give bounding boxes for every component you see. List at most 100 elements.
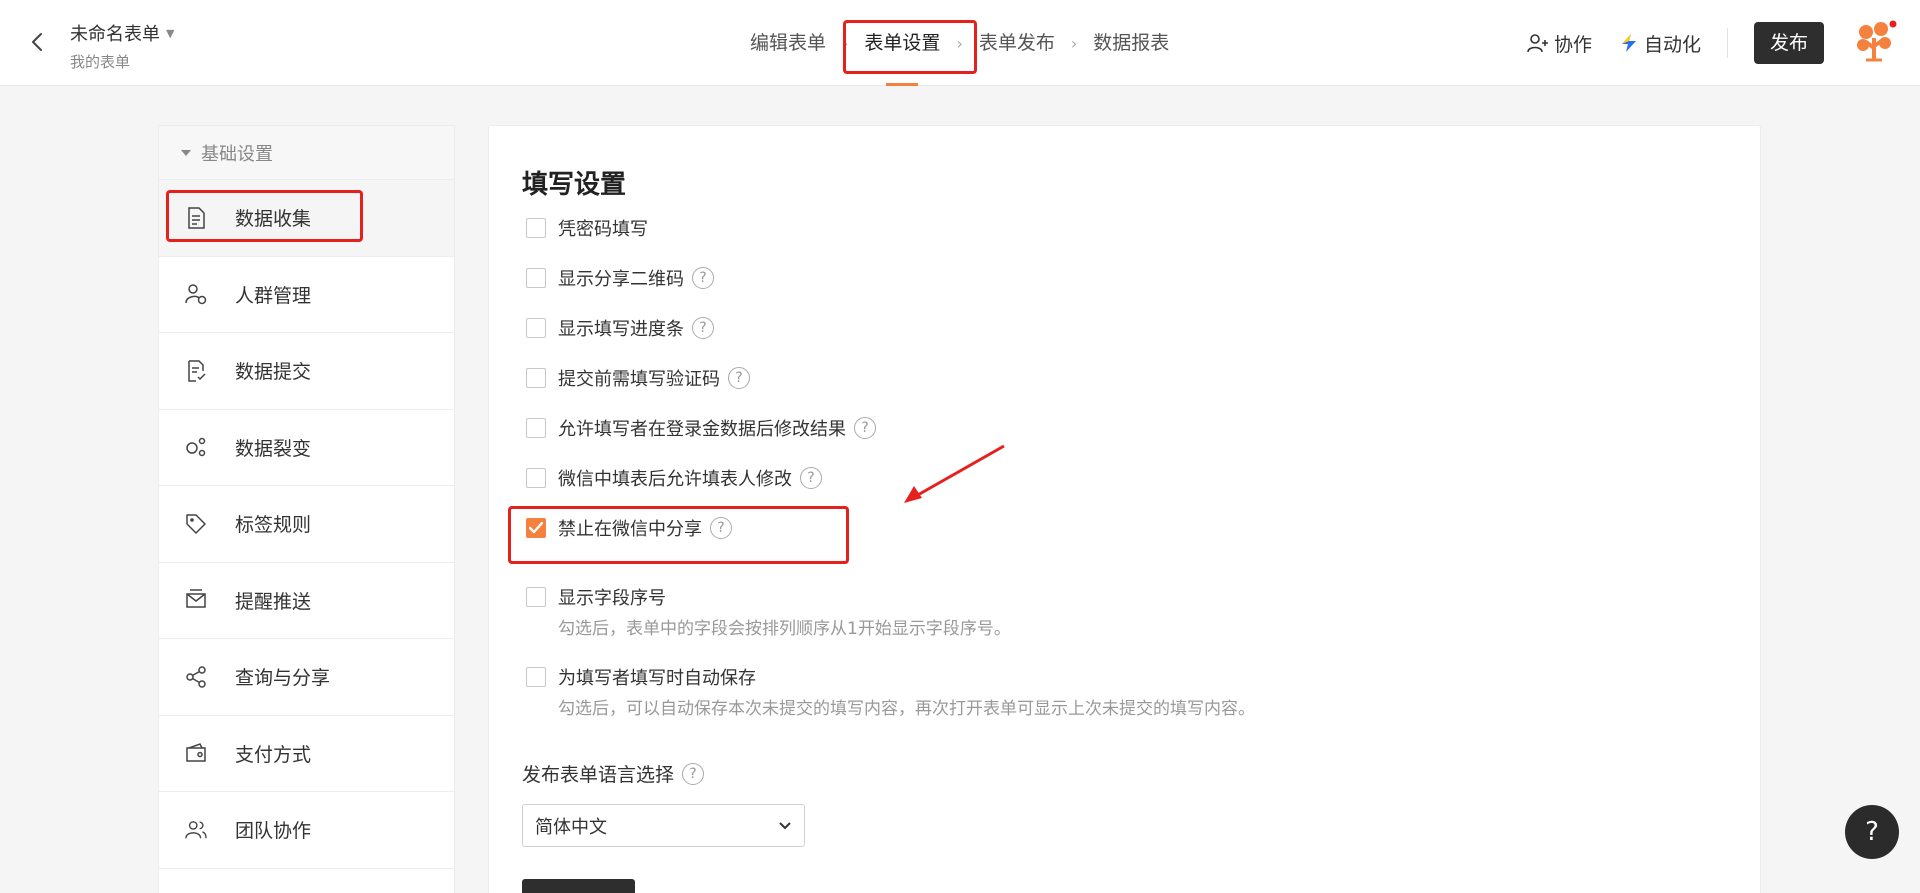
form-subtitle: 我的表单 (70, 53, 131, 71)
step-form-settings[interactable]: 表单设置 (850, 0, 954, 86)
option-label: 凭密码填写 (558, 219, 648, 240)
language-select[interactable]: 简体中文 (522, 804, 805, 847)
help-circle-icon[interactable]: ? (682, 762, 705, 785)
help-circle-icon[interactable]: ? (692, 317, 714, 339)
option-label: 允许填写者在登录金数据后修改结果 (558, 419, 846, 440)
share-icon (185, 666, 207, 688)
option-label: 禁止在微信中分享 (558, 519, 702, 540)
option-checkbox[interactable] (526, 587, 546, 607)
option-row[interactable]: 允许填写者在登录金数据后修改结果? (526, 415, 876, 441)
sidebar-item-data-fission[interactable]: 数据裂变 (159, 410, 454, 486)
help-circle-icon[interactable]: ? (692, 267, 714, 289)
option-row[interactable]: 提交前需填写验证码? (526, 365, 750, 391)
settings-panel: 填写设置 凭密码填写 显示分享二维码? 显示填写进度条? 提交前需填写验证码? 允许填写… (488, 125, 1761, 893)
sidebar-item-label: 数据提交 (235, 361, 312, 384)
notification-icon (185, 589, 207, 611)
publish-button[interactable]: 发布 (1753, 22, 1824, 64)
option-checkbox[interactable] (526, 518, 546, 538)
sidebar-item-payment[interactable]: 支付方式 (159, 716, 454, 792)
tag-icon (185, 513, 207, 535)
sidebar-item-label: 数据裂变 (235, 437, 312, 460)
lightning-icon (1621, 34, 1636, 52)
back-arrow-icon[interactable] (26, 30, 50, 54)
automation-label: 自动化 (1643, 33, 1701, 56)
option-checkbox[interactable] (526, 268, 546, 288)
sidebar-item-label: 查询与分享 (235, 667, 331, 690)
chevron-down-icon (779, 821, 791, 829)
option-checkbox[interactable] (526, 667, 546, 687)
user-settings-icon (185, 283, 207, 305)
sidebar-item-data-submit[interactable]: 数据提交 (159, 333, 454, 410)
sidebar-item-reminders[interactable]: 提醒推送 (159, 563, 454, 639)
sidebar-item-data-collection[interactable]: 数据收集 (159, 180, 454, 257)
help-button[interactable]: ? (1845, 805, 1899, 859)
step-nav: 编辑表单 › 表单设置 › 表单发布 › 数据报表 (736, 0, 1183, 86)
sidebar-item-audience[interactable]: 人群管理 (159, 257, 454, 333)
option-description: 勾选后，表单中的字段会按排列顺序从1开始显示字段序号。 (558, 619, 1011, 639)
sidebar-item-query-share[interactable]: 查询与分享 (159, 639, 454, 716)
fission-icon (185, 436, 207, 458)
sidebar-item-label: 提醒推送 (235, 590, 312, 613)
sidebar-group-label: 基础设置 (201, 143, 273, 165)
submit-document-icon (185, 360, 207, 382)
wallet-icon (185, 742, 207, 764)
option-row[interactable]: 禁止在微信中分享? (526, 515, 732, 541)
checkmark-icon (529, 522, 543, 534)
caret-down-icon[interactable]: ▼ (166, 27, 174, 40)
save-button[interactable] (522, 879, 635, 893)
option-label: 显示字段序号 (558, 588, 666, 609)
add-user-icon (1527, 34, 1548, 53)
option-description: 勾选后，可以自动保存本次未提交的填写内容，再次打开表单可显示上次未提交的填写内容… (558, 699, 1255, 719)
sidebar-item-label: 人群管理 (235, 284, 312, 307)
settings-sidebar: 基础设置 数据收集 人群管理 数据提交 数据裂变 标签规则 提醒推送 查询与分享… (158, 125, 455, 893)
option-checkbox[interactable] (526, 218, 546, 238)
automation-button[interactable]: 自动化 (1618, 30, 1701, 57)
help-circle-icon[interactable]: ? (710, 517, 732, 539)
document-icon (185, 207, 207, 229)
top-header: 未命名表单 ▼ 我的表单 编辑表单 › 表单设置 › 表单发布 › 数据报表 协作… (0, 0, 1920, 86)
help-circle-icon[interactable]: ? (728, 367, 750, 389)
sidebar-item-team[interactable]: 团队协作 (159, 792, 454, 869)
option-label: 为填写者填写时自动保存 (558, 668, 756, 689)
team-icon (185, 819, 207, 841)
step-form-publish[interactable]: 表单发布 (965, 0, 1069, 86)
sidebar-item-label: 数据收集 (235, 208, 312, 231)
language-label: 发布表单语言选择? (522, 760, 705, 787)
help-circle-icon[interactable]: ? (854, 417, 876, 439)
option-checkbox[interactable] (526, 318, 546, 338)
option-row[interactable]: 显示字段序号 (526, 584, 666, 610)
option-label: 显示填写进度条 (558, 319, 684, 340)
chevron-right-icon: › (842, 33, 849, 53)
option-row[interactable]: 为填写者填写时自动保存 (526, 664, 756, 690)
language-label-text: 发布表单语言选择 (522, 764, 675, 786)
chevron-right-icon: › (1070, 33, 1078, 53)
option-row[interactable]: 显示填写进度条? (526, 315, 714, 341)
sidebar-item-tag-rules[interactable]: 标签规则 (159, 486, 454, 563)
sidebar-item-label: 标签规则 (235, 514, 312, 537)
option-label: 微信中填表后允许填表人修改 (558, 469, 792, 490)
option-row[interactable]: 凭密码填写 (526, 215, 648, 241)
option-label: 提交前需填写验证码 (558, 369, 720, 390)
chevron-right-icon: › (956, 33, 963, 53)
help-circle-icon[interactable]: ? (800, 467, 822, 489)
header-actions: 协作 自动化 发布 (1526, 0, 1920, 86)
language-select-value: 简体中文 (535, 816, 607, 838)
triangle-down-icon (181, 149, 191, 156)
collab-button[interactable]: 协作 (1526, 30, 1592, 57)
option-row[interactable]: 显示分享二维码? (526, 265, 714, 291)
form-title[interactable]: 未命名表单 ▼ (70, 20, 174, 46)
collab-label: 协作 (1553, 33, 1592, 56)
option-row[interactable]: 微信中填表后允许填表人修改? (526, 465, 822, 491)
section-title: 填写设置 (522, 170, 627, 200)
sidebar-item-label: 支付方式 (235, 743, 312, 766)
option-label: 显示分享二维码 (558, 269, 684, 290)
step-data-report[interactable]: 数据报表 (1079, 0, 1183, 86)
step-edit-form[interactable]: 编辑表单 (736, 0, 840, 86)
sidebar-item-label: 团队协作 (235, 820, 312, 843)
option-checkbox[interactable] (526, 368, 546, 388)
sidebar-group-header[interactable]: 基础设置 (159, 126, 454, 180)
form-title-text: 未命名表单 (70, 24, 160, 45)
option-checkbox[interactable] (526, 468, 546, 488)
brand-logo[interactable] (1852, 18, 1898, 68)
option-checkbox[interactable] (526, 418, 546, 438)
